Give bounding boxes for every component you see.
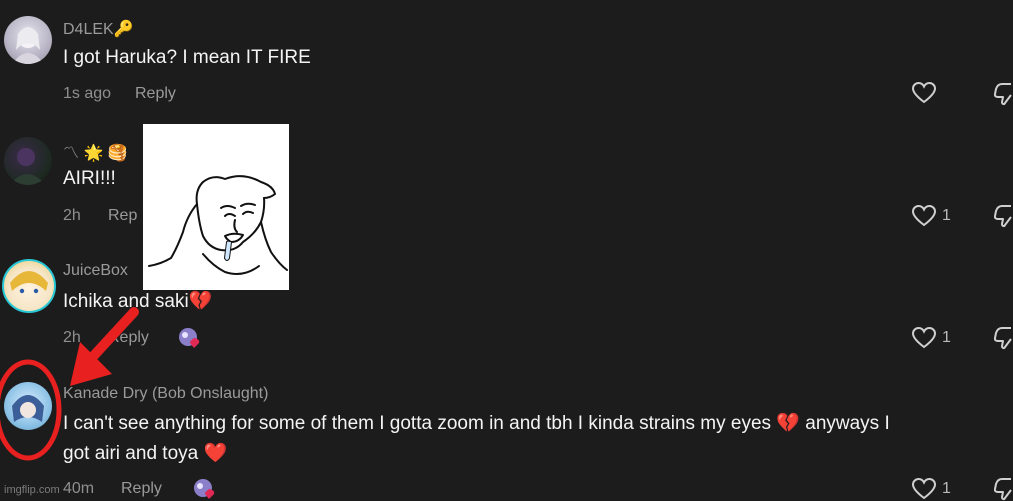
red-circle-icon [0, 359, 62, 461]
comment-text: AIRI!!! [63, 168, 116, 189]
like-count: 1 [942, 207, 951, 224]
sticker-icon [194, 479, 215, 499]
dislike-icon[interactable] [994, 477, 1013, 501]
like-count: 1 [942, 480, 951, 497]
avatar[interactable] [4, 16, 52, 64]
comment-meta: 2h Rep [63, 207, 137, 225]
sticker-icon [179, 328, 200, 348]
meme-image [143, 124, 289, 290]
comment-text-line-2: got airi and toya ❤️ [63, 443, 228, 464]
comment-text-line-1: I can't see anything for some of them I … [63, 413, 890, 434]
reply-button[interactable]: Reply [121, 480, 162, 498]
like-count: 1 [942, 329, 951, 346]
heart-icon[interactable] [912, 478, 936, 500]
heart-icon[interactable] [912, 82, 936, 104]
dislike-icon[interactable] [994, 326, 1013, 350]
comment-meta: 40m Reply [63, 480, 162, 498]
dislike-icon[interactable] [994, 82, 1013, 106]
avatar-image-icon [10, 271, 48, 294]
avatar[interactable] [4, 137, 52, 185]
reply-button[interactable]: Reply [135, 85, 176, 103]
heart-icon[interactable] [912, 205, 936, 227]
username[interactable]: D4LEK🔑 [63, 19, 134, 39]
username[interactable]: JuiceBox [63, 262, 128, 280]
watermark: imgflip.com [4, 484, 60, 496]
username[interactable]: 〽 🌟 🥞 [63, 139, 128, 163]
timestamp: 1s ago [63, 85, 112, 102]
timestamp: 2h [63, 207, 81, 224]
avatar-image-icon [10, 148, 46, 185]
heart-icon[interactable] [912, 327, 936, 349]
avatar[interactable] [2, 259, 56, 313]
comment-meta: 1s ago Reply [63, 85, 176, 103]
comment-text: I got Haruka? I mean IT FIRE [63, 47, 311, 68]
dislike-icon[interactable] [994, 204, 1013, 228]
avatar-image-icon [12, 27, 44, 64]
red-arrow-icon [70, 307, 139, 386]
reply-button[interactable]: Rep [108, 207, 137, 225]
timestamp: 40m [63, 480, 95, 497]
wojak-face-icon [148, 175, 288, 275]
